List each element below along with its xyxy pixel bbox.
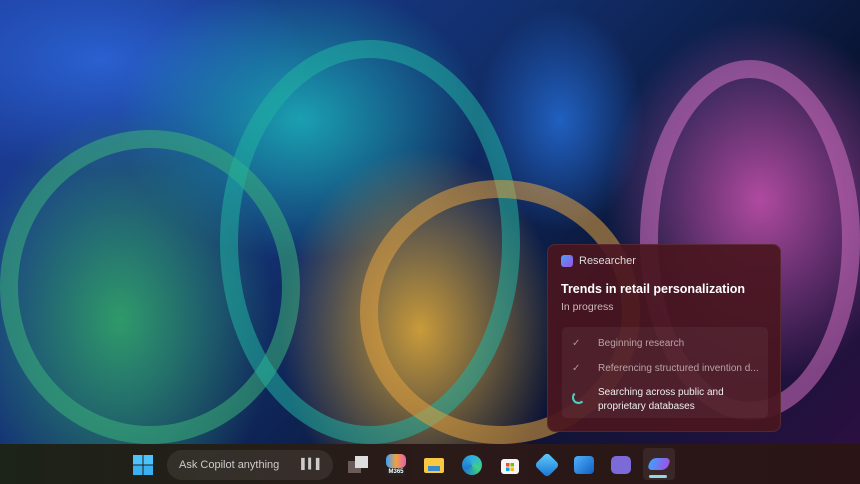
task-view-button[interactable]	[344, 451, 372, 479]
notification-status: In progress	[561, 301, 614, 313]
windows-logo-icon	[132, 454, 154, 476]
researcher-app-icon	[561, 255, 573, 267]
step-item: ✓ Referencing structured invention d...	[562, 363, 768, 374]
edge-button[interactable]	[458, 451, 486, 479]
step-label: Searching across public and proprietary …	[598, 386, 758, 414]
teams-button[interactable]	[607, 451, 635, 479]
researcher-icon	[647, 458, 671, 470]
file-explorer-button[interactable]	[420, 451, 448, 479]
step-item: ✓ Beginning research	[562, 338, 768, 349]
step-item: Searching across public and proprietary …	[562, 386, 768, 414]
m365-badge: M365	[387, 468, 404, 476]
taskbar: Ask Copilot anything ▌▍▌ M365	[0, 444, 860, 484]
store-icon	[500, 455, 520, 475]
progress-steps: ✓ Beginning research ✓ Referencing structu…	[562, 327, 768, 418]
researcher-notification[interactable]: Researcher Trends in retail personalizat…	[547, 244, 781, 432]
notification-title: Trends in retail personalization	[561, 282, 745, 296]
step-label: Beginning research	[598, 338, 684, 349]
check-icon: ✓	[572, 363, 586, 374]
task-view-icon	[347, 455, 369, 475]
researcher-taskbar-button[interactable]	[643, 448, 675, 480]
edge-icon	[462, 455, 482, 475]
step-label: Referencing structured invention d...	[598, 363, 759, 374]
m365-icon	[386, 454, 406, 468]
outlook-icon	[574, 456, 594, 474]
search-placeholder: Ask Copilot anything	[179, 459, 279, 471]
copilot-search-box[interactable]: Ask Copilot anything ▌▍▌	[167, 450, 333, 480]
start-button[interactable]	[129, 451, 157, 479]
copilot-button[interactable]	[533, 451, 561, 479]
store-button[interactable]	[496, 451, 524, 479]
teams-icon	[611, 456, 631, 474]
active-indicator	[649, 475, 667, 478]
m365-app-button[interactable]: M365	[382, 451, 410, 479]
copilot-icon	[534, 452, 559, 477]
spinner-icon	[572, 391, 585, 404]
check-icon: ✓	[572, 338, 586, 349]
outlook-button[interactable]	[570, 451, 598, 479]
folder-icon	[423, 456, 445, 474]
voice-icon[interactable]: ▌▍▌	[301, 459, 323, 470]
notification-app-name: Researcher	[579, 255, 636, 267]
